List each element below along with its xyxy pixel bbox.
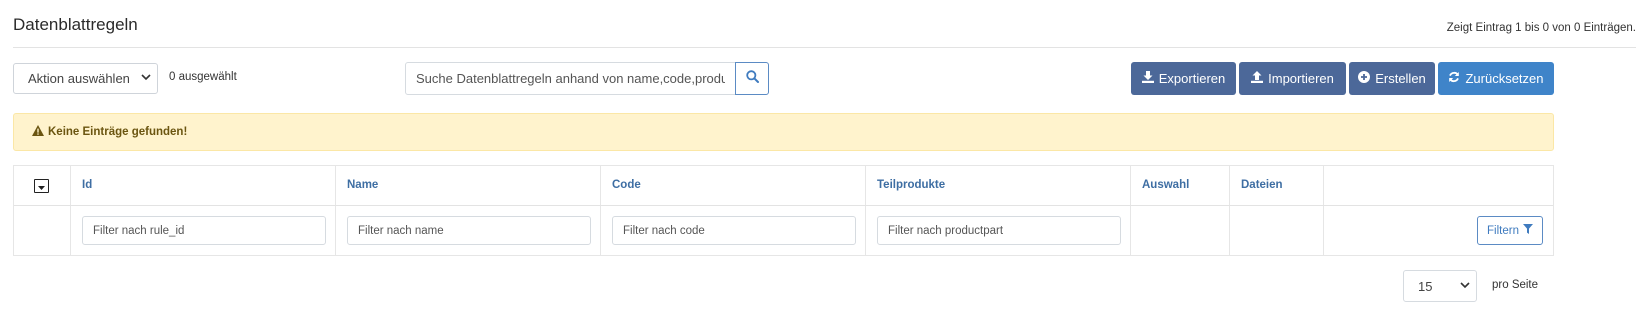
per-page-value: 15 xyxy=(1418,278,1433,294)
reset-button[interactable]: Zurücksetzen xyxy=(1438,62,1554,95)
filter-button[interactable]: Filtern xyxy=(1477,216,1543,245)
search-button[interactable] xyxy=(735,62,769,95)
column-toggle-button[interactable] xyxy=(34,179,49,193)
column-header-productparts[interactable]: Teilprodukte xyxy=(877,179,945,191)
download-icon xyxy=(1141,71,1154,86)
chevron-down-icon xyxy=(1454,281,1476,292)
page-title: Datenblattregeln xyxy=(13,15,138,34)
caret-down-icon xyxy=(38,177,45,195)
filter-icon xyxy=(1522,224,1533,237)
refresh-icon xyxy=(1448,71,1460,86)
column-header-selection[interactable]: Auswahl xyxy=(1142,179,1189,191)
column-header-id[interactable]: Id xyxy=(82,179,92,191)
export-button-label: Exportieren xyxy=(1158,71,1226,86)
upload-icon xyxy=(1251,71,1264,86)
filter-productpart-input[interactable] xyxy=(877,216,1121,245)
rules-table: Id Name Code Teilprodukte Auswahl Dateie… xyxy=(13,165,1554,256)
search-input[interactable] xyxy=(405,62,736,95)
column-header-files[interactable]: Dateien xyxy=(1241,179,1283,191)
import-button-label: Importieren xyxy=(1268,71,1334,86)
per-page-select[interactable]: 15 xyxy=(1403,270,1477,302)
column-header-name[interactable]: Name xyxy=(347,179,378,191)
plus-circle-icon xyxy=(1358,71,1371,86)
create-button[interactable]: Erstellen xyxy=(1349,62,1435,95)
filter-row: Filter n xyxy=(14,206,1553,256)
alert-text: Keine Einträge gefunden! xyxy=(48,126,188,138)
warning-icon xyxy=(32,125,44,139)
filter-id-input[interactable] xyxy=(82,216,326,245)
search-icon xyxy=(745,69,759,88)
entry-summary: Zeigt Eintrag 1 bis 0 von 0 Einträgen. xyxy=(1446,22,1636,34)
per-page-label: pro Seite xyxy=(1492,279,1539,291)
bulk-action-value: Aktion auswählen xyxy=(28,71,130,86)
filter-code-input[interactable] xyxy=(612,216,856,245)
column-header-code[interactable]: Code xyxy=(612,179,641,191)
chevron-down-icon xyxy=(135,73,157,84)
export-button[interactable]: Exportieren xyxy=(1131,62,1236,95)
no-entries-alert: Keine Einträge gefunden! xyxy=(13,113,1554,151)
create-button-label: Erstellen xyxy=(1375,71,1426,86)
selected-count: 0 ausgewählt xyxy=(169,71,237,83)
reset-button-label: Zurücksetzen xyxy=(1465,71,1544,86)
bulk-action-select[interactable]: Aktion auswählen xyxy=(13,63,158,94)
table-header-row: Id Name Code Teilprodukte Auswahl Dateie… xyxy=(14,166,1553,206)
filter-name-input[interactable] xyxy=(347,216,591,245)
filter-button-label: Filtern xyxy=(1487,224,1519,237)
title-divider xyxy=(13,47,1636,48)
import-button[interactable]: Importieren xyxy=(1239,62,1346,95)
